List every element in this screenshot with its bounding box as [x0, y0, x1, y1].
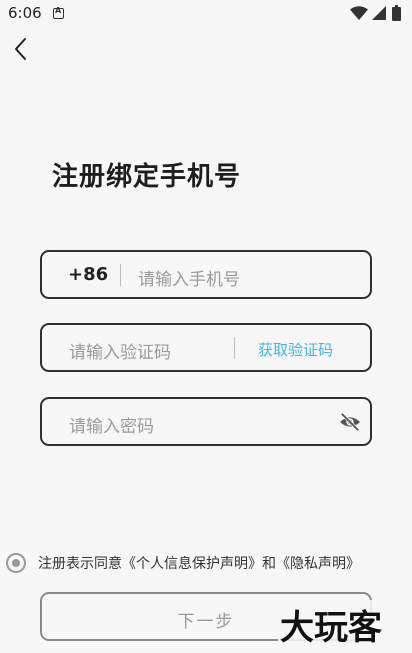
register-bind-phone-screen: 6:06 注册绑定手机号 +86 请输入手机号 请输入验证码 获取验证码 请输入… [0, 0, 412, 653]
agreement-text: 注册表示同意《个人信息保护声明》和《隐私声明》 [38, 553, 360, 573]
get-code-button[interactable]: 获取验证码 [258, 339, 333, 360]
code-input[interactable]: 请输入验证码 [69, 338, 171, 363]
divider [120, 264, 121, 286]
verification-code-field[interactable]: 请输入验证码 获取验证码 [40, 323, 372, 372]
password-input[interactable]: 请输入密码 [69, 412, 154, 437]
status-bar: 6:06 [0, 0, 412, 28]
signal-icon [372, 6, 386, 20]
watermark-logo: 大玩客 [278, 600, 384, 649]
status-time: 6:06 [8, 4, 42, 22]
back-button[interactable] [8, 34, 36, 64]
battery-icon [392, 5, 401, 21]
eye-off-icon[interactable] [339, 411, 361, 433]
privacy-link[interactable]: 《隐私声明》 [276, 556, 360, 572]
wifi-icon [350, 6, 368, 20]
page-title: 注册绑定手机号 [52, 162, 242, 192]
chevron-left-icon [15, 38, 26, 60]
agreement-and: 和 [262, 556, 276, 572]
country-code[interactable]: +86 [68, 264, 108, 285]
agreement-prefix: 注册表示同意 [38, 556, 122, 572]
password-field[interactable]: 请输入密码 [40, 397, 372, 446]
phone-field[interactable]: +86 请输入手机号 [40, 250, 372, 299]
privacy-protection-link[interactable]: 《个人信息保护声明》 [122, 556, 262, 572]
agree-radio-icon[interactable] [6, 553, 26, 573]
notification-a-icon [53, 6, 64, 19]
agreement-row: 注册表示同意《个人信息保护声明》和《隐私声明》 [6, 551, 412, 575]
phone-input[interactable]: 请输入手机号 [138, 265, 240, 290]
divider [234, 337, 235, 359]
